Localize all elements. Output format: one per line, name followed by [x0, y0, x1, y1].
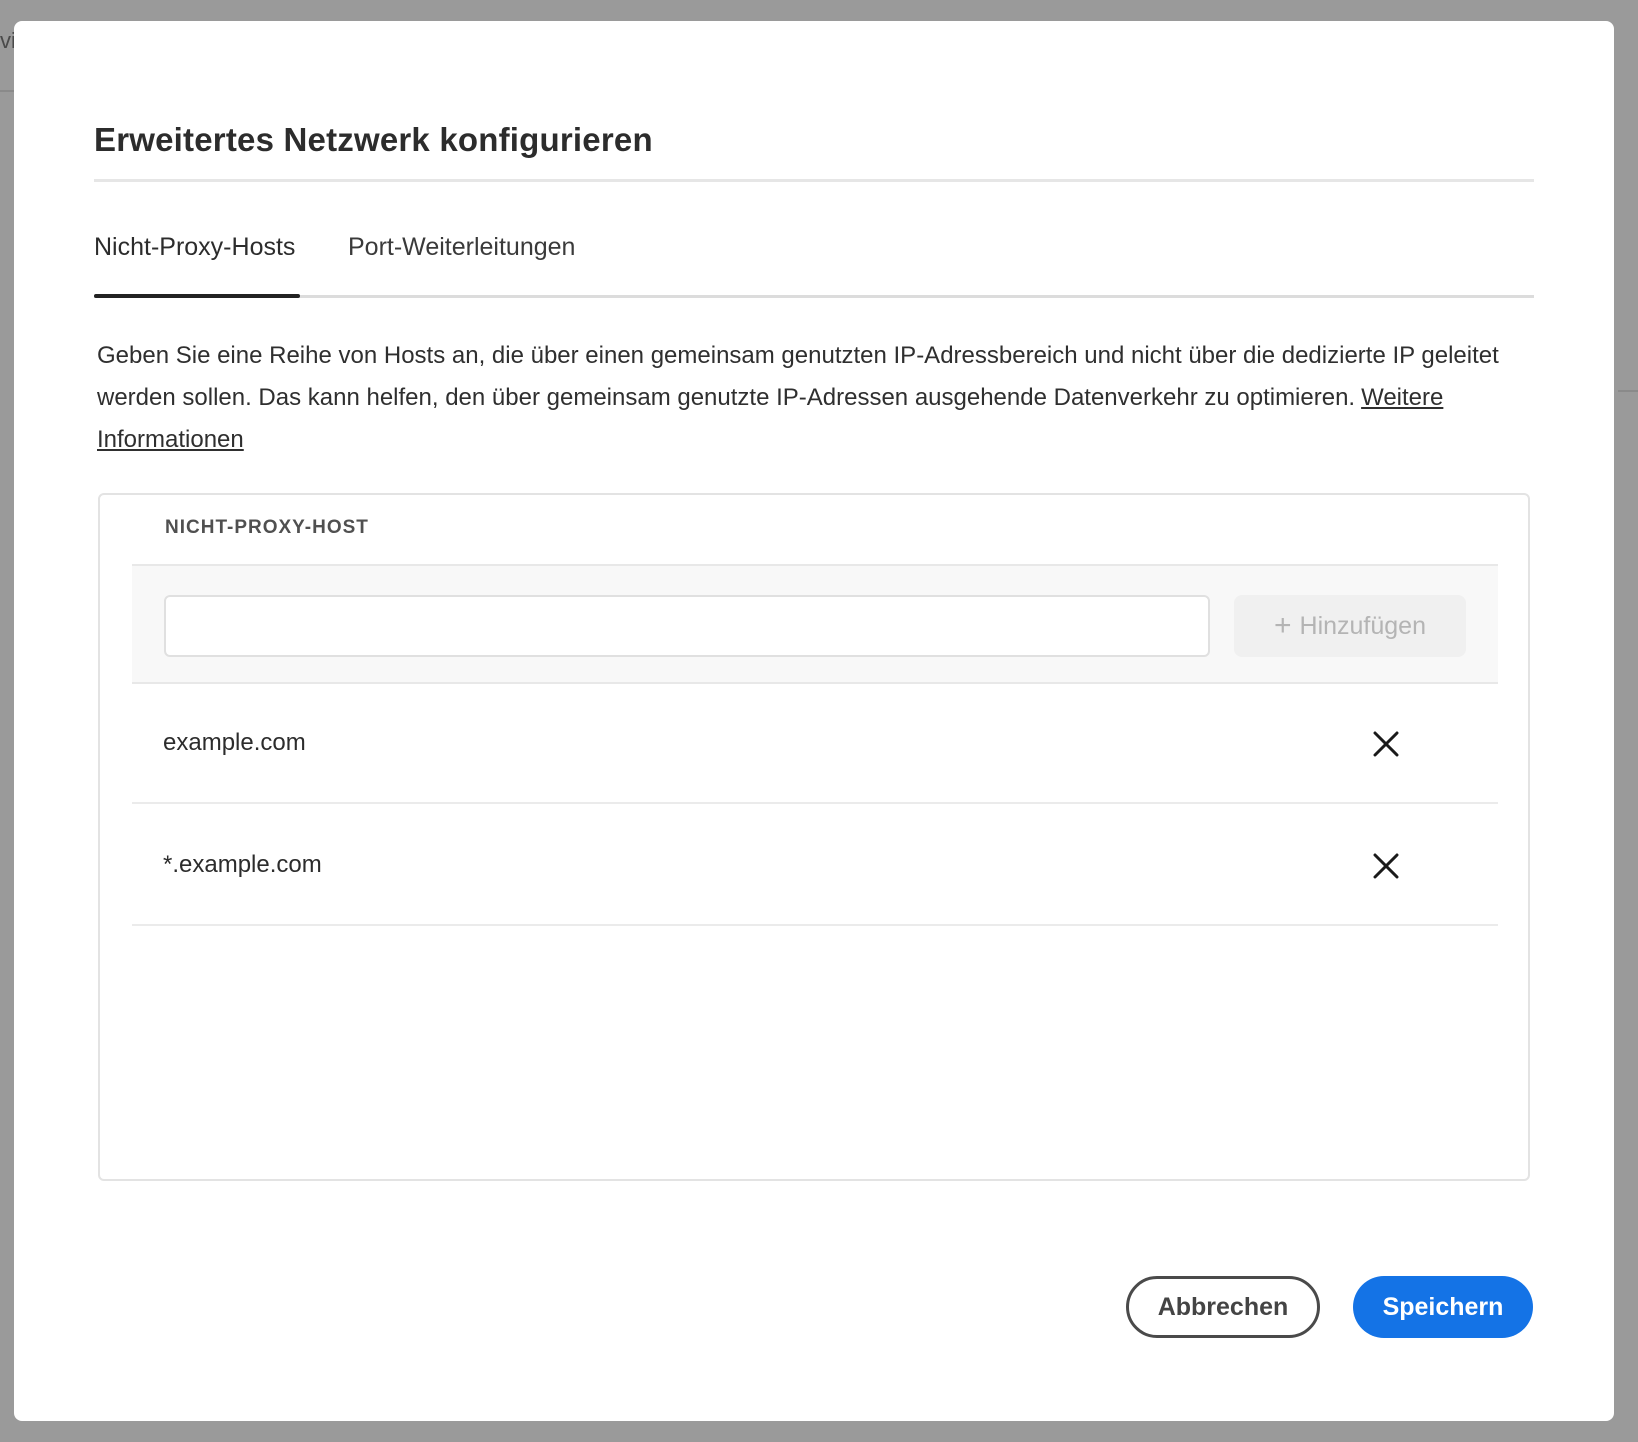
title-divider [94, 179, 1534, 182]
non-proxy-hosts-table: NICHT-PROXY-HOST + Hinzufügen example.co… [98, 493, 1530, 1181]
add-button[interactable]: + Hinzufügen [1234, 595, 1466, 657]
host-input[interactable] [164, 595, 1210, 657]
host-value: *.example.com [163, 851, 322, 878]
dialog-title: Erweitertes Netzwerk konfigurieren [94, 121, 653, 158]
add-host-row: + Hinzufügen [132, 564, 1498, 684]
close-icon [1373, 731, 1399, 757]
tab-list: Nicht-Proxy-Hosts Port-Weiterleitungen [94, 233, 1534, 293]
tab-port-forwards[interactable]: Port-Weiterleitungen [348, 233, 575, 262]
selected-tab-indicator [94, 294, 300, 298]
remove-host-button[interactable] [1366, 724, 1406, 764]
column-header: NICHT-PROXY-HOST [165, 517, 369, 538]
table-row: example.com [132, 684, 1498, 804]
table-row: *.example.com [132, 806, 1498, 926]
add-button-label: Hinzufügen [1299, 611, 1426, 640]
tabs-divider [94, 295, 1534, 298]
cancel-button[interactable]: Abbrechen [1126, 1276, 1320, 1338]
plus-icon: + [1273, 609, 1292, 642]
remove-host-button[interactable] [1366, 846, 1406, 886]
configure-network-dialog: Erweitertes Netzwerk konfigurieren Nicht… [14, 21, 1614, 1421]
background-divider-right [1618, 390, 1638, 392]
tab-non-proxy-hosts[interactable]: Nicht-Proxy-Hosts [94, 233, 295, 262]
host-value: example.com [163, 729, 306, 756]
close-icon [1373, 853, 1399, 879]
description-text: Geben Sie eine Reihe von Hosts an, die ü… [97, 335, 1527, 461]
description-body: Geben Sie eine Reihe von Hosts an, die ü… [97, 342, 1499, 411]
save-button[interactable]: Speichern [1353, 1276, 1533, 1338]
